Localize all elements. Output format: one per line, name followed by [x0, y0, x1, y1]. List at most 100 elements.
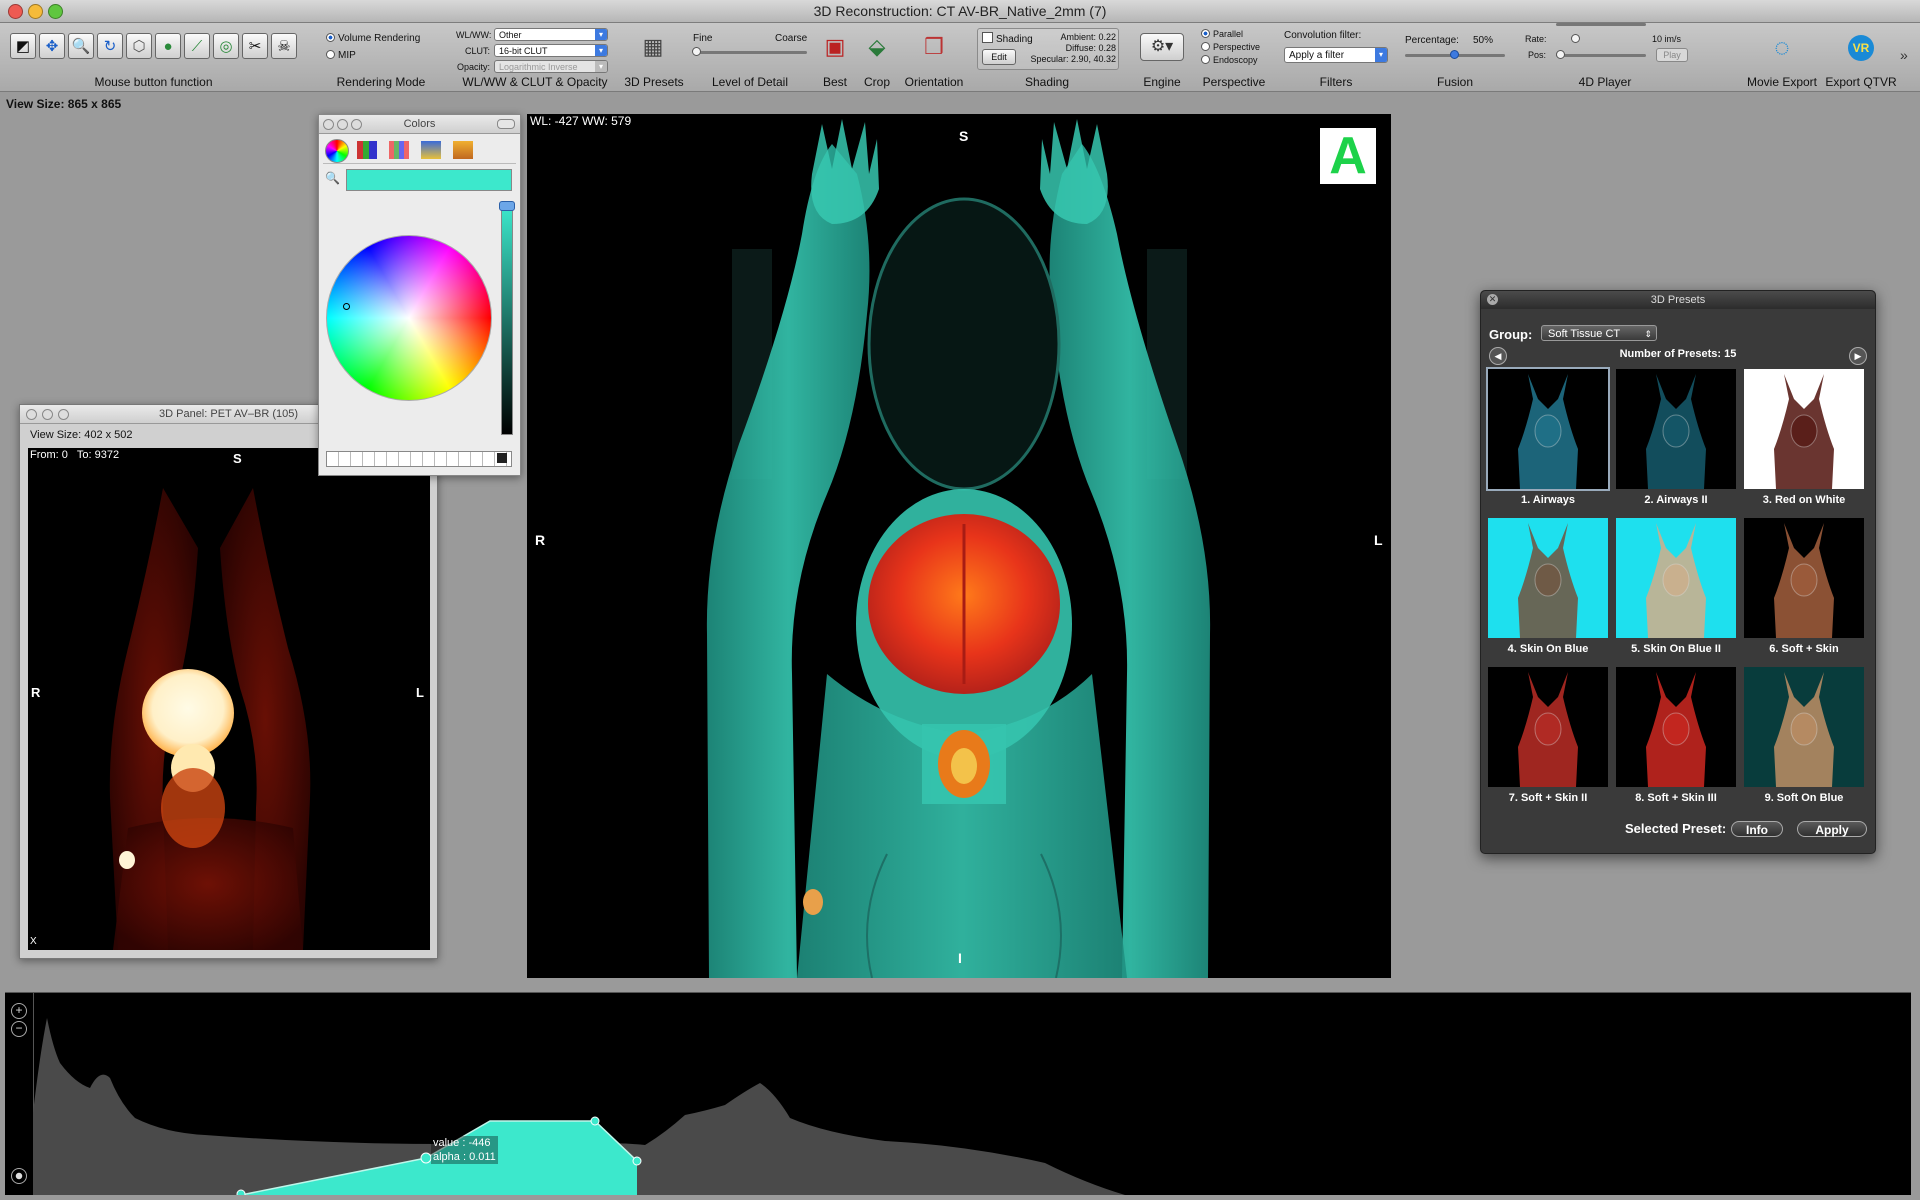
close-icon[interactable]: ✕ — [1487, 294, 1498, 305]
opacity-select[interactable]: Logarithmic Inverse ▾ — [494, 60, 608, 73]
opacity-histogram-editor[interactable]: + − value : -446 alpha : 0.011 — [5, 992, 1911, 1195]
next-page-icon[interactable]: ▶ — [1849, 347, 1867, 365]
pet-mip-render — [109, 488, 311, 950]
control-point-1[interactable] — [236, 1189, 246, 1195]
preset-thumbnail[interactable] — [1488, 667, 1608, 787]
best-render-icon[interactable]: ▣ — [819, 31, 851, 63]
pos-slider[interactable] — [1556, 54, 1646, 57]
minimize-window-button[interactable] — [28, 4, 43, 19]
magnifier-icon[interactable]: 🔍 — [325, 171, 340, 185]
control-point-2[interactable] — [420, 1152, 432, 1164]
colors-close-button[interactable] — [323, 119, 334, 130]
movie-export-icon[interactable]: ◌ — [1766, 31, 1798, 63]
preset-skull-shape — [1662, 563, 1690, 597]
info-button[interactable]: Info — [1731, 821, 1783, 837]
endoscopy-radio[interactable]: Endoscopy — [1201, 55, 1258, 65]
lod-slider[interactable] — [695, 51, 807, 54]
preset-label: 1. Airways — [1520, 494, 1575, 506]
best-group-label: Best — [822, 75, 847, 89]
pet-close-button[interactable] — [26, 409, 37, 420]
bone-removal-tool-icon[interactable]: ☠ — [271, 33, 297, 59]
crayons-mode-icon[interactable] — [453, 141, 473, 159]
color-wheel[interactable] — [326, 235, 492, 401]
nodule-uptake — [803, 889, 823, 915]
preset-thumbnail[interactable] — [1616, 369, 1736, 489]
chevron-down-icon: ▾ — [595, 29, 607, 40]
sphere-tool-icon[interactable]: ● — [155, 33, 181, 59]
preset-thumbnail[interactable] — [1486, 367, 1610, 491]
shading-edit-button[interactable]: Edit — [982, 49, 1016, 65]
parallel-radio[interactable]: Parallel — [1201, 29, 1243, 39]
volume-rendering-radio[interactable]: Volume Rendering — [326, 33, 420, 44]
brightness-slider-knob[interactable] — [499, 201, 515, 211]
fusion-slider-knob[interactable] — [1450, 50, 1459, 59]
wlww-select[interactable]: Other ▾ — [494, 28, 608, 41]
engine-group-label: Engine — [1143, 75, 1181, 89]
toolbar-overflow-icon[interactable]: » — [1900, 47, 1908, 63]
point-tool-icon[interactable]: ◎ — [213, 33, 239, 59]
orientation-cube-icon[interactable]: ❒ — [918, 31, 950, 63]
preset-thumbnail[interactable] — [1616, 518, 1736, 638]
color-sliders-mode-icon[interactable] — [357, 141, 377, 159]
preset-skull-shape — [1534, 563, 1562, 597]
pos-slider-knob[interactable] — [1556, 50, 1565, 59]
lod-slider-knob[interactable] — [692, 47, 701, 56]
length-tool-icon[interactable]: ⟋ — [184, 33, 210, 59]
pet-viewport[interactable]: From: 0 To: 9372 S R L X — [28, 448, 430, 950]
perspective-radio[interactable]: Perspective — [1201, 42, 1260, 52]
rate-slider[interactable] — [1556, 23, 1646, 26]
pet-minimize-button[interactable] — [42, 409, 53, 420]
control-point-4[interactable] — [632, 1156, 642, 1166]
preset-thumbnail[interactable] — [1744, 518, 1864, 638]
rate-slider-knob[interactable] — [1571, 34, 1580, 43]
preset-thumbnail[interactable] — [1488, 518, 1608, 638]
preset-thumbnail[interactable] — [1616, 667, 1736, 787]
control-point-3[interactable] — [590, 1116, 600, 1126]
apply-button[interactable]: Apply — [1797, 821, 1867, 837]
brightness-slider[interactable] — [501, 205, 513, 435]
color-swatches-tray[interactable] — [326, 451, 512, 467]
zoom-window-button[interactable] — [48, 4, 63, 19]
wlww-tool-icon[interactable]: ◩ — [10, 33, 36, 59]
image-palettes-mode-icon[interactable] — [421, 141, 441, 159]
main-3d-viewport[interactable]: WL: -427 WW: 579 S R L I A — [527, 114, 1391, 978]
preset-thumbnail[interactable] — [1744, 369, 1864, 489]
filters-group-label: Filters — [1319, 75, 1353, 89]
radio-off-icon — [326, 50, 335, 59]
selected-preset-label: Selected Preset: — [1625, 821, 1727, 836]
window-title: 3D Reconstruction: CT AV-BR_Native_2mm (… — [813, 3, 1107, 19]
radio-on-icon — [1201, 29, 1210, 38]
lod-group-label: Level of Detail — [711, 75, 789, 89]
swatch-dark[interactable] — [497, 453, 507, 463]
rotate-3d-tool-icon[interactable]: ⬡ — [126, 33, 152, 59]
engine-gear-icon[interactable]: ⚙▾ — [1140, 33, 1184, 61]
color-wheel-mode-icon[interactable] — [325, 139, 349, 163]
preset-skull-shape — [1790, 712, 1818, 746]
current-color-swatch[interactable] — [346, 169, 512, 191]
convolution-select[interactable]: Apply a filter ▾ — [1284, 47, 1388, 63]
play-button[interactable]: Play — [1656, 48, 1688, 62]
color-palettes-mode-icon[interactable] — [389, 141, 409, 159]
group-select[interactable]: Soft Tissue CT ⇕ — [1541, 325, 1657, 341]
preset-label: 6. Soft + Skin — [1769, 643, 1839, 655]
diffuse-value: Diffuse: 0.28 — [1065, 43, 1116, 53]
export-qtvr-icon[interactable]: VR — [1845, 32, 1877, 64]
mouse-group-label: Mouse button function — [94, 75, 213, 89]
scissors-tool-icon[interactable]: ✂ — [242, 33, 268, 59]
colors-zoom-button[interactable] — [351, 119, 362, 130]
presets-grid-icon[interactable]: ▦ — [637, 31, 669, 63]
pet-zoom-button[interactable] — [58, 409, 69, 420]
crop-cube-icon[interactable]: ⬙ — [861, 31, 893, 63]
rotate-tool-icon[interactable]: ↻ — [97, 33, 123, 59]
qtvr-badge: VR — [1848, 35, 1874, 61]
orientation-badge: A — [1320, 128, 1376, 184]
zoom-tool-icon[interactable]: 🔍 — [68, 33, 94, 59]
move-tool-icon[interactable]: ✥ — [39, 33, 65, 59]
colors-toolbar-toggle[interactable] — [497, 119, 515, 129]
close-window-button[interactable] — [8, 4, 23, 19]
preset-thumbnail[interactable] — [1744, 667, 1864, 787]
colors-minimize-button[interactable] — [337, 119, 348, 130]
clut-select[interactable]: 16-bit CLUT ▾ — [494, 44, 608, 57]
mip-radio[interactable]: MIP — [326, 50, 356, 61]
color-wheel-cursor[interactable] — [343, 303, 350, 310]
